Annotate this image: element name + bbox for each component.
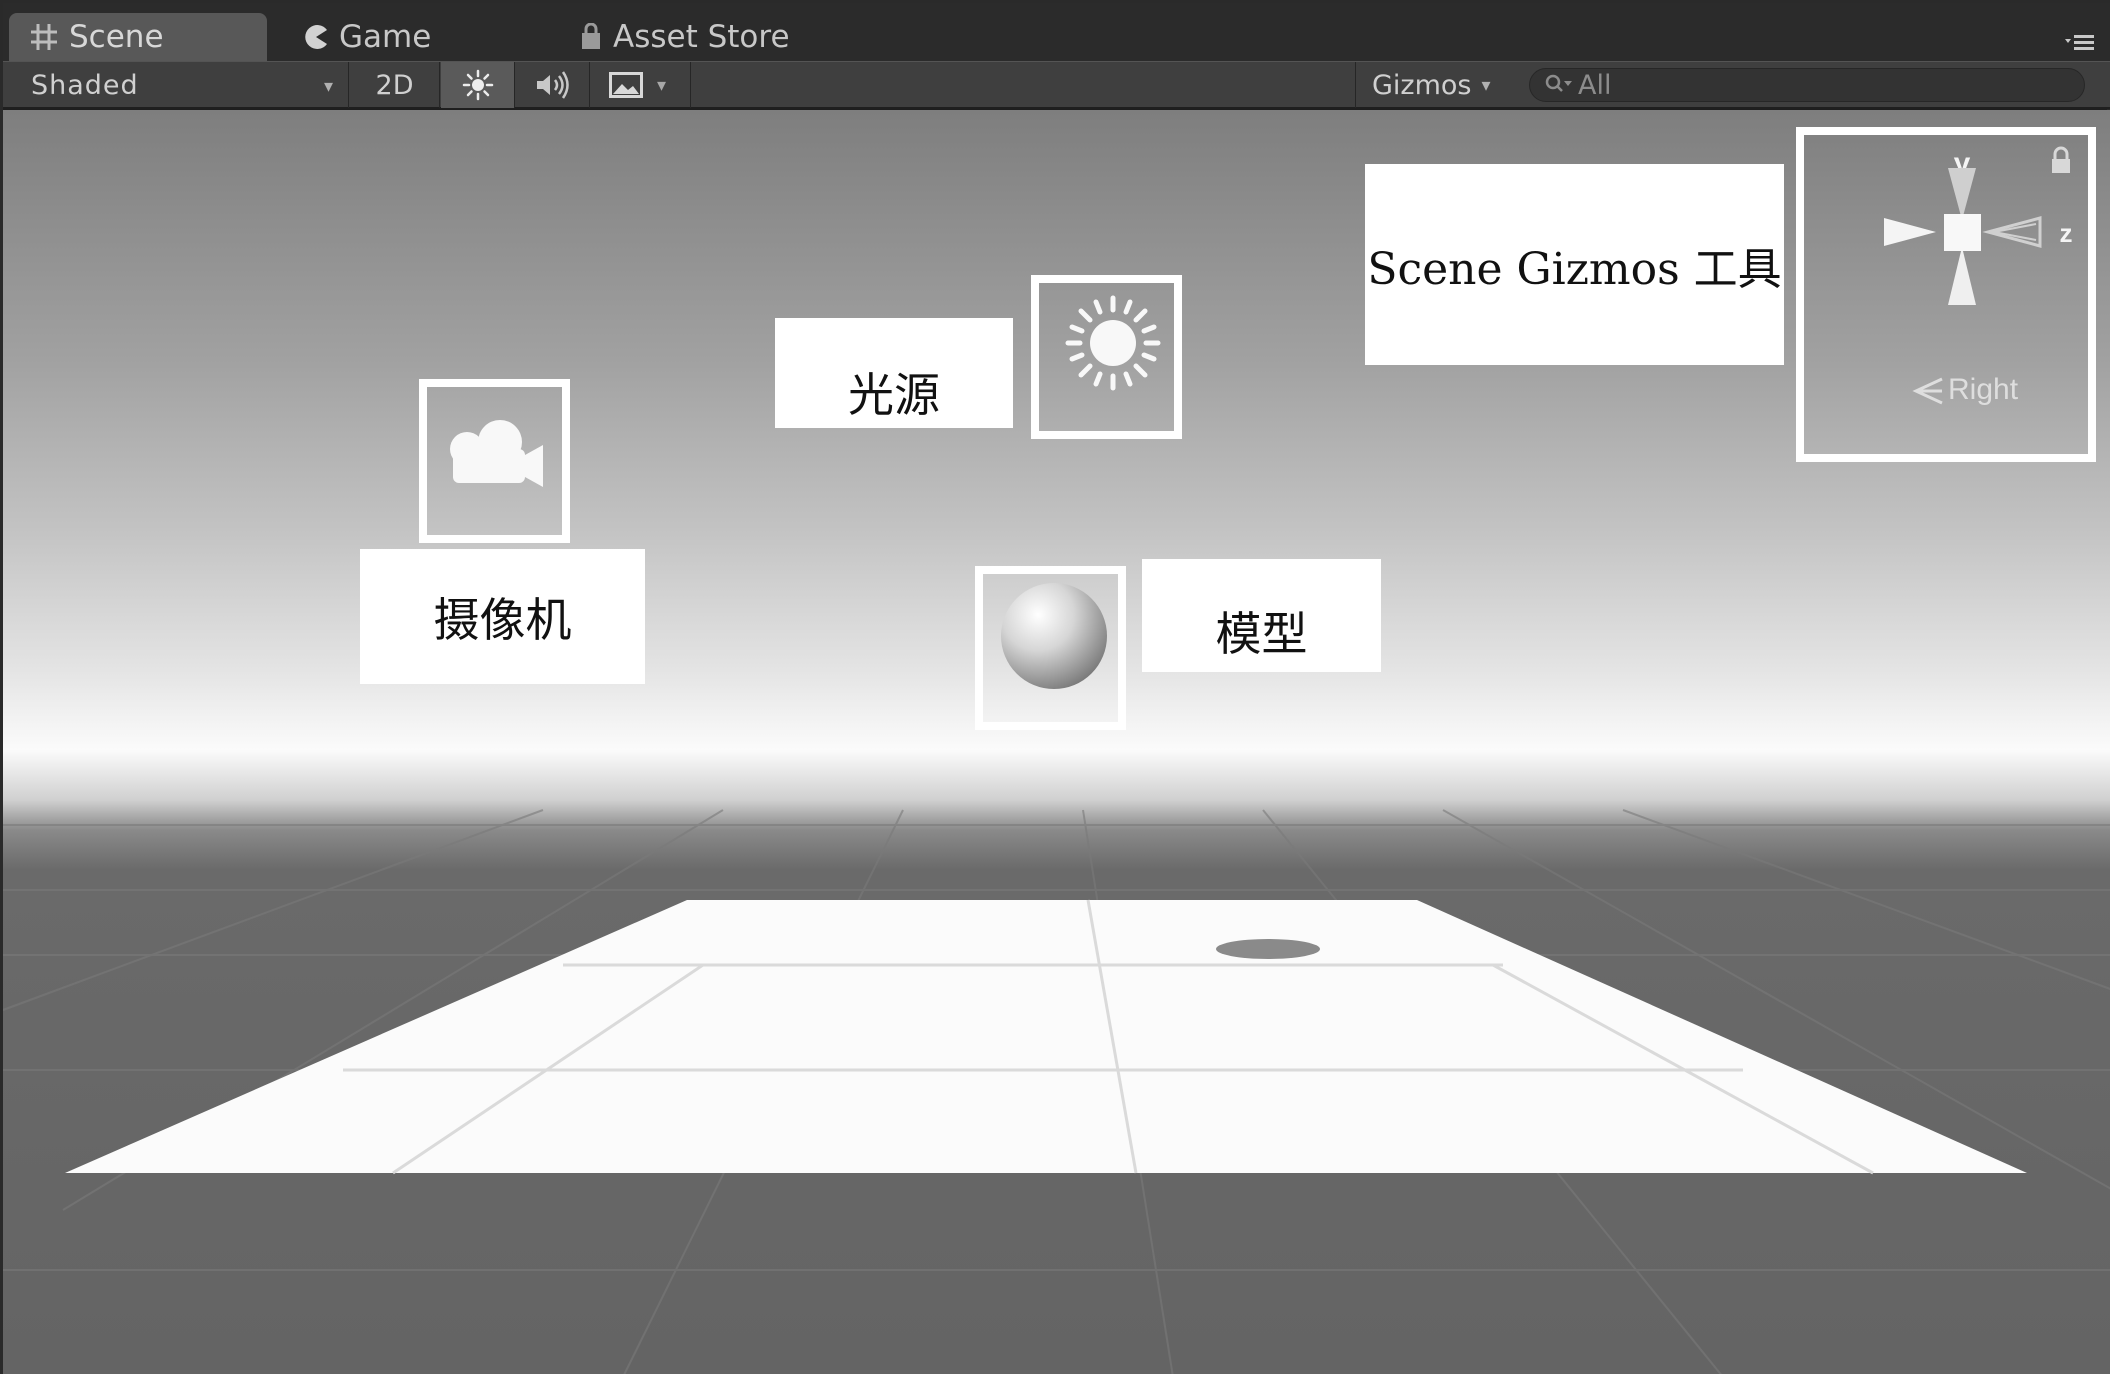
lock-icon[interactable] <box>2052 146 2070 173</box>
ground-plane <box>65 900 2027 1173</box>
hierarchy-search-input[interactable]: All <box>1529 68 2085 102</box>
tab-game[interactable]: Game <box>283 13 533 61</box>
chevron-down-icon: ▾ <box>1481 74 1491 96</box>
z-axis-label: z <box>2060 218 2073 248</box>
shading-mode-dropdown[interactable]: Shaded ▾ <box>3 62 349 108</box>
grid-hash-icon <box>31 24 57 50</box>
shading-mode-label: Shaded <box>31 69 139 101</box>
tab-game-label: Game <box>339 19 432 55</box>
scene-gizmos-label: Scene Gizmos 工具 <box>1365 164 1784 365</box>
image-icon <box>609 72 643 98</box>
tab-scene-label: Scene <box>69 19 164 55</box>
sphere-shadow <box>1216 939 1320 959</box>
speaker-icon <box>536 71 569 99</box>
scene-orientation-gizmo[interactable]: y z Right <box>1796 127 2096 462</box>
axis-gizmo-icon[interactable]: y z Right <box>1804 135 2088 454</box>
pacman-icon <box>305 25 327 49</box>
search-placeholder: All <box>1578 69 1612 101</box>
scene-toolbar: Shaded ▾ 2D ▾ Gizmos ▾ All <box>3 61 2110 109</box>
scene-audio-toggle[interactable] <box>516 62 590 108</box>
search-icon <box>1545 74 1572 92</box>
camera-gizmo[interactable] <box>419 379 570 543</box>
gizmos-label: Gizmos <box>1372 69 1472 101</box>
scene-viewport[interactable]: 摄像机 光源 模型 Scene Gizmos 工具 y z Right <box>3 110 2110 1377</box>
light-label: 光源 <box>775 318 1013 428</box>
sphere-model-icon <box>1001 583 1107 689</box>
toggle-2d-button[interactable]: 2D <box>350 62 440 108</box>
tab-scene[interactable]: Scene <box>9 13 267 61</box>
scene-lighting-toggle[interactable] <box>441 62 515 108</box>
panel-menu-icon[interactable] <box>2063 29 2095 57</box>
model-label: 模型 <box>1142 559 1381 672</box>
sun-icon <box>1065 295 1161 391</box>
tab-bar: Scene Game Asset Store <box>3 3 2110 61</box>
gizmos-dropdown[interactable]: Gizmos ▾ <box>1355 62 1511 108</box>
chevron-down-icon: ▾ <box>657 74 667 96</box>
scene-effects-dropdown[interactable]: ▾ <box>591 62 691 108</box>
camera-label: 摄像机 <box>360 549 645 684</box>
light-gizmo[interactable] <box>1031 275 1182 439</box>
tab-asset-store-label: Asset Store <box>613 19 790 55</box>
tab-asset-store[interactable]: Asset Store <box>559 13 879 61</box>
view-name-label[interactable]: Right <box>1948 373 2019 406</box>
scene-window: Scene Game Asset Store Shaded ▾ 2D ▾ Giz… <box>0 0 2110 1386</box>
chevron-down-icon: ▾ <box>323 76 334 97</box>
toggle-2d-label: 2D <box>375 69 414 101</box>
shopping-bag-icon <box>582 23 600 49</box>
model-gizmo[interactable] <box>975 566 1126 730</box>
page-margin <box>0 1374 2110 1386</box>
camera-icon <box>450 420 543 487</box>
sun-icon <box>462 69 493 101</box>
